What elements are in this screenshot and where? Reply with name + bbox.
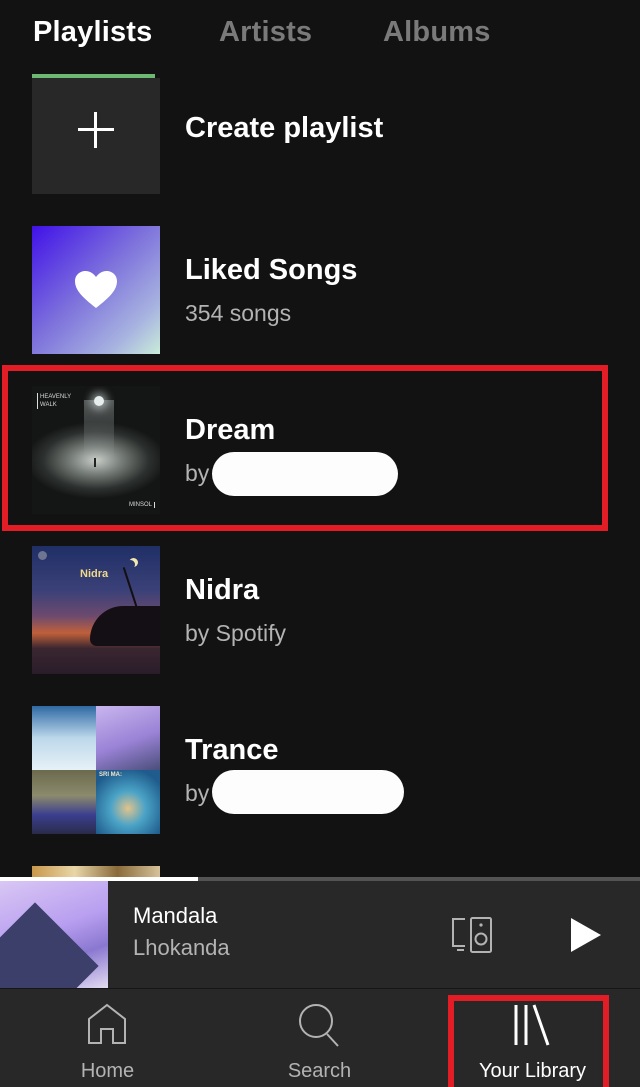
nidra-cover: Nidra [32, 546, 160, 674]
playlist-subtitle: 354 songs [185, 300, 292, 326]
liked-songs-cover [32, 226, 160, 354]
trance-cover-mosaic: SRI MA: [32, 706, 160, 834]
create-playlist-tile [32, 78, 160, 194]
now-playing-artist: Lhokanda [133, 935, 230, 960]
playlist-item-nidra[interactable]: Nidra Nidra by Spotify [32, 546, 612, 674]
playlist-title: Liked Songs [185, 254, 358, 286]
tab-albums[interactable]: Albums [383, 16, 491, 49]
nav-home-label: Home [80, 1060, 135, 1082]
mini-player[interactable]: Mandala Lhokanda [0, 877, 640, 988]
cover-text: SRI MA: [99, 772, 122, 778]
devices-button[interactable] [450, 917, 498, 953]
bottom-navigation: Home Search Your Library [0, 988, 640, 1087]
nav-home[interactable]: Home [40, 989, 175, 1087]
spotify-logo-icon [38, 551, 47, 560]
cover-text: Nidra [80, 568, 109, 580]
playlist-item-liked-songs[interactable]: Liked Songs 354 songs [32, 226, 612, 354]
playlist-item-trance[interactable]: SRI MA: Trance by [32, 706, 612, 834]
annotation-highlight-library [448, 995, 609, 1087]
heart-icon [75, 271, 117, 308]
create-playlist-row[interactable]: Create playlist [32, 78, 612, 194]
now-playing-title: Mandala [133, 903, 218, 928]
playlist-title: Nidra [185, 574, 260, 606]
play-button[interactable] [566, 917, 604, 953]
library-tabs: Playlists Artists Albums [0, 0, 640, 78]
nav-search[interactable]: Search [252, 989, 387, 1087]
playlist-subtitle: by Spotify [185, 620, 286, 646]
nav-search-label: Search [287, 1060, 352, 1082]
create-playlist-label: Create playlist [185, 112, 384, 144]
now-playing-cover [0, 881, 108, 988]
tab-artists[interactable]: Artists [219, 16, 312, 49]
playlist-subtitle-prefix: by [185, 780, 210, 806]
search-icon [299, 1004, 339, 1047]
play-icon [571, 918, 601, 952]
devices-icon [452, 917, 492, 953]
home-icon [88, 1003, 126, 1044]
playlist-title: Trance [185, 734, 279, 766]
tab-playlists[interactable]: Playlists [33, 16, 153, 49]
annotation-highlight-dream [2, 365, 608, 531]
redacted-owner [212, 770, 404, 814]
